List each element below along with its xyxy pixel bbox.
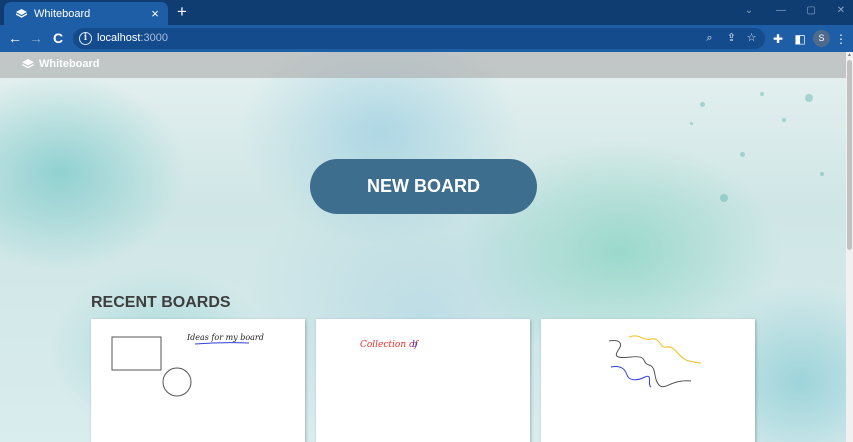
zoom-icon[interactable]: ⌕ bbox=[701, 30, 718, 47]
maximize-icon[interactable]: ▢ bbox=[796, 0, 826, 22]
url-port: :3000 bbox=[140, 32, 168, 44]
page-scrollbar[interactable]: ▲ bbox=[846, 52, 853, 442]
preview-yellow-stroke bbox=[628, 335, 702, 364]
extensions-icon[interactable]: ✚ bbox=[767, 28, 789, 50]
browser-tabstrip: Whiteboard × + ⌄ — ▢ ✕ bbox=[0, 0, 853, 25]
close-window-icon[interactable]: ✕ bbox=[826, 0, 853, 22]
back-icon[interactable]: ← bbox=[4, 28, 26, 50]
new-board-button[interactable]: NEW BOARD bbox=[310, 159, 537, 214]
paint-speck bbox=[720, 194, 728, 202]
preview-red-text: Collection of bbox=[360, 340, 419, 350]
new-tab-button[interactable]: + bbox=[172, 2, 192, 22]
board-preview-squiggles bbox=[608, 335, 702, 388]
bookmark-star-icon[interactable]: ☆ bbox=[743, 30, 760, 47]
browser-toolbar: ← → C i localhost:3000 ⌕ ⇪ ☆ ✚ ◧ S ⋮ bbox=[0, 25, 853, 52]
brand-link[interactable]: Whiteboard bbox=[22, 58, 100, 70]
board-card[interactable] bbox=[541, 319, 755, 442]
url-host: localhost bbox=[97, 32, 141, 44]
url-text[interactable]: localhost:3000 bbox=[97, 32, 168, 44]
preview-rectangle bbox=[111, 336, 162, 371]
paint-speck bbox=[805, 94, 813, 102]
paint-speck bbox=[690, 122, 693, 125]
tab-search-chevron-icon[interactable]: ⌄ bbox=[734, 0, 764, 22]
board-card[interactable]: Ideas for my board bbox=[91, 319, 305, 442]
whiteboard-favicon-icon bbox=[14, 7, 28, 21]
profile-avatar[interactable]: S bbox=[813, 30, 830, 47]
preview-handwriting: Ideas for my board bbox=[186, 333, 264, 342]
page-background: Whiteboard NEW BOARD RECENT BOARDS Ideas… bbox=[0, 52, 846, 442]
paint-speck bbox=[760, 92, 764, 96]
brand-name: Whiteboard bbox=[39, 58, 100, 70]
minimize-icon[interactable]: — bbox=[766, 0, 796, 22]
browser-tab[interactable]: Whiteboard × bbox=[4, 2, 168, 25]
paint-speck bbox=[740, 152, 745, 157]
tab-close-icon[interactable]: × bbox=[146, 6, 164, 21]
reload-icon[interactable]: C bbox=[47, 28, 69, 50]
board-preview-text: Collection of b bbox=[360, 340, 419, 350]
share-icon[interactable]: ⇪ bbox=[723, 30, 740, 47]
menu-kebab-icon[interactable]: ⋮ bbox=[832, 28, 850, 50]
paint-speck bbox=[782, 118, 786, 122]
preview-underline bbox=[194, 342, 250, 345]
preview-circle bbox=[162, 367, 192, 397]
preview-black-stroke bbox=[608, 340, 692, 388]
site-info-icon[interactable]: i bbox=[79, 32, 92, 45]
board-card[interactable]: Collection of b bbox=[316, 319, 530, 442]
scroll-thumb[interactable] bbox=[847, 60, 852, 250]
layers-logo-icon bbox=[22, 58, 34, 70]
side-panel-icon[interactable]: ◧ bbox=[789, 28, 811, 50]
board-preview-shapes: Ideas for my board bbox=[111, 333, 264, 397]
preview-blue-stroke bbox=[610, 366, 652, 388]
scroll-up-icon[interactable]: ▲ bbox=[846, 52, 853, 59]
forward-icon[interactable]: → bbox=[25, 28, 47, 50]
address-bar[interactable]: i localhost:3000 ⌕ ⇪ ☆ bbox=[73, 28, 765, 49]
paint-speck bbox=[820, 172, 824, 176]
tab-title: Whiteboard bbox=[34, 7, 91, 20]
paint-speck bbox=[700, 102, 705, 107]
recent-boards-heading: RECENT BOARDS bbox=[91, 294, 231, 311]
preview-blue-text: b bbox=[412, 340, 418, 350]
app-navbar: Whiteboard bbox=[0, 52, 846, 78]
